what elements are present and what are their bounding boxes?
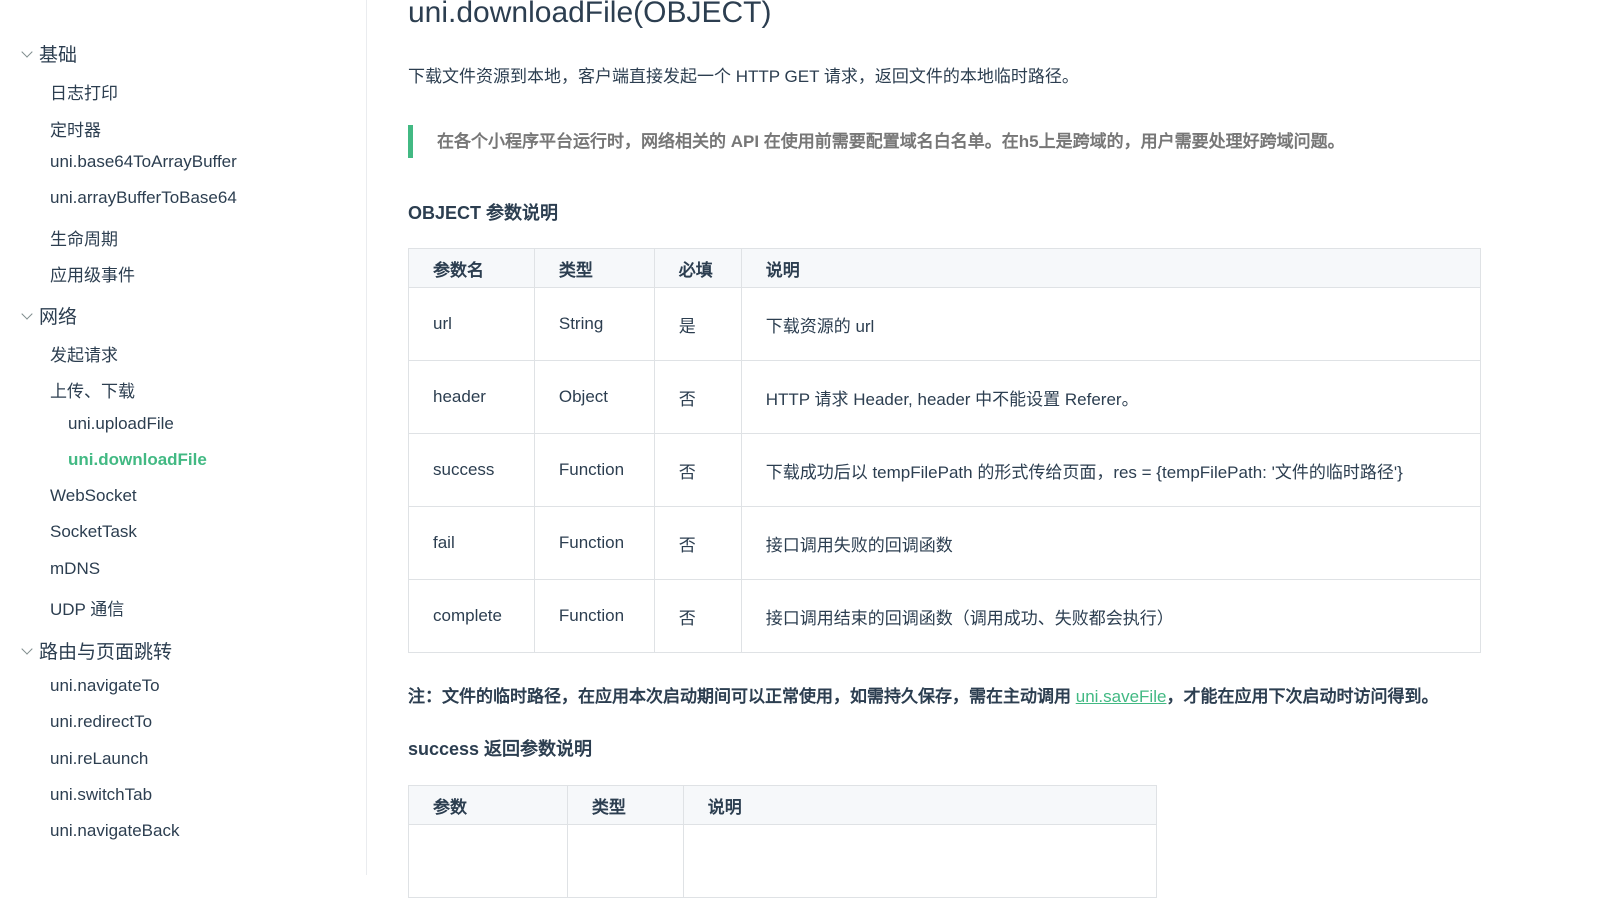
table-row: fail Function 否 接口调用失败的回调函数 [408, 506, 1482, 580]
table-cell: Function [533, 579, 655, 653]
save-file-link[interactable]: uni.saveFile [1076, 687, 1167, 706]
sidebar: 基础 日志打印 定时器 uni.base64ToArrayBuffer uni.… [0, 0, 367, 875]
table-row: success Function 否 下载成功后以 tempFilePath 的… [408, 433, 1482, 507]
sidebar-item-upload-download[interactable]: 上传、下载 [50, 377, 135, 402]
table-cell: Function [533, 433, 655, 507]
sidebar-item-request[interactable]: 发起请求 [50, 341, 118, 366]
column-header: 必填 [653, 248, 742, 288]
sidebar-item-base64-to-arraybuffer[interactable]: uni.base64ToArrayBuffer [50, 152, 237, 172]
column-header: 类型 [566, 785, 684, 825]
table-cell: complete [408, 579, 535, 653]
column-header: 说明 [740, 248, 1482, 288]
table-cell: 下载资源的 url [740, 287, 1482, 361]
sidebar-group-basics[interactable]: 基础 [20, 40, 77, 67]
sidebar-item-lifecycle[interactable]: 生命周期 [50, 225, 118, 250]
sidebar-group-label: 基础 [39, 45, 78, 66]
sidebar-item-sockettask[interactable]: SocketTask [50, 522, 137, 542]
chevron-down-icon [21, 45, 33, 58]
table-cell: 接口调用失败的回调函数 [740, 506, 1482, 580]
sidebar-item-log[interactable]: 日志打印 [50, 79, 118, 104]
column-header: 说明 [682, 785, 1158, 825]
table-header-row: 参数名 类型 必填 说明 [408, 248, 1482, 288]
success-params-heading: success 返回参数说明 [408, 739, 593, 759]
object-params-table: 参数名 类型 必填 说明 url String 是 下载资源的 url head… [408, 248, 1482, 653]
table-cell: 是 [653, 287, 742, 361]
sidebar-item-mdns[interactable]: mDNS [50, 559, 100, 579]
table-cell: HTTP 请求 Header, header 中不能设置 Referer。 [740, 360, 1482, 434]
sidebar-item-redirect-to[interactable]: uni.redirectTo [50, 712, 152, 732]
sidebar-item-arraybuffer-to-base64[interactable]: uni.arrayBufferToBase64 [50, 188, 237, 208]
table-cell [682, 824, 1158, 898]
note-text: 注：文件的临时路径，在应用本次启动期间可以正常使用，如需持久保存，需在主动调用 [408, 687, 1076, 706]
column-header: 参数 [408, 785, 568, 825]
object-params-heading: OBJECT 参数说明 [408, 203, 559, 223]
table-cell: 否 [653, 433, 742, 507]
table-row: header Object 否 HTTP 请求 Header, header 中… [408, 360, 1482, 434]
sidebar-group-routing[interactable]: 路由与页面跳转 [20, 637, 172, 664]
column-header: 类型 [533, 248, 655, 288]
column-header: 参数名 [408, 248, 535, 288]
table-cell: 否 [653, 579, 742, 653]
table-cell: success [408, 433, 535, 507]
tip-block: 在各个小程序平台运行时，网络相关的 API 在使用前需要配置域名白名单。在h5上… [408, 125, 1345, 158]
table-cell: url [408, 287, 535, 361]
page-title: uni.downloadFile(OBJECT) [408, 0, 772, 29]
note-text-tail: ，才能在应用下次启动时访问得到。 [1166, 687, 1439, 706]
chevron-down-icon [21, 642, 33, 655]
sidebar-item-navigate-back[interactable]: uni.navigateBack [50, 821, 179, 841]
table-cell: 接口调用结束的回调函数（调用成功、失败都会执行） [740, 579, 1482, 653]
sidebar-item-websocket[interactable]: WebSocket [50, 486, 137, 506]
sidebar-item-app-events[interactable]: 应用级事件 [50, 261, 135, 286]
sidebar-item-navigate-to[interactable]: uni.navigateTo [50, 676, 160, 696]
sidebar-item-download-file[interactable]: uni.downloadFile [68, 450, 207, 470]
sidebar-item-relaunch[interactable]: uni.reLaunch [50, 749, 148, 769]
table-cell: 否 [653, 360, 742, 434]
sidebar-item-timer[interactable]: 定时器 [50, 116, 101, 141]
table-cell: header [408, 360, 535, 434]
table-row: url String 是 下载资源的 url [408, 287, 1482, 361]
temp-path-note: 注：文件的临时路径，在应用本次启动期间可以正常使用，如需持久保存，需在主动调用 … [408, 682, 1438, 707]
table-row: complete Function 否 接口调用结束的回调函数（调用成功、失败都… [408, 579, 1482, 653]
table-cell: fail [408, 506, 535, 580]
api-description: 下载文件资源到本地，客户端直接发起一个 HTTP GET 请求，返回文件的本地临… [408, 67, 1079, 86]
table-cell: Function [533, 506, 655, 580]
sidebar-group-label: 网络 [39, 307, 78, 328]
success-params-table: 参数 类型 说明 [408, 785, 1158, 898]
sidebar-item-upload-file[interactable]: uni.uploadFile [68, 414, 174, 434]
table-cell: Object [533, 360, 655, 434]
table-cell: 否 [653, 506, 742, 580]
sidebar-group-network[interactable]: 网络 [20, 302, 77, 329]
sidebar-item-udp[interactable]: UDP 通信 [50, 595, 124, 620]
table-cell: 下载成功后以 tempFilePath 的形式传给页面，res = {tempF… [740, 433, 1482, 507]
table-cell [566, 824, 684, 898]
main-content: uni.downloadFile(OBJECT) 下载文件资源到本地，客户端直接… [408, 0, 1558, 898]
sidebar-group-label: 路由与页面跳转 [39, 642, 173, 663]
table-cell: String [533, 287, 655, 361]
table-cell [408, 824, 568, 898]
chevron-down-icon [21, 307, 33, 320]
table-header-row: 参数 类型 说明 [408, 785, 1158, 825]
table-row [408, 824, 1158, 898]
sidebar-item-switch-tab[interactable]: uni.switchTab [50, 785, 152, 805]
